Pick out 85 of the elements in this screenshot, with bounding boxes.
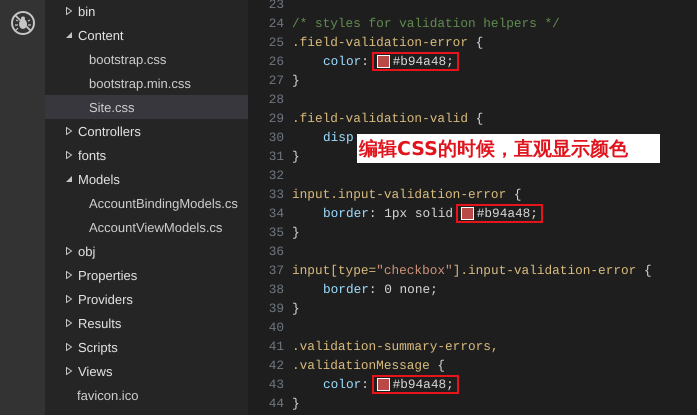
folder-item[interactable]: Controllers bbox=[45, 119, 248, 143]
collapsed-chevron-icon[interactable] bbox=[65, 367, 73, 375]
callout-label: 编辑CSS的时候，直观显示颜色 bbox=[357, 134, 660, 163]
code-text: { bbox=[474, 35, 484, 50]
line-number: 33 bbox=[268, 187, 285, 202]
folder-item[interactable]: Properties bbox=[45, 263, 248, 287]
code-text: #b94a48; bbox=[392, 54, 454, 69]
line-number: 36 bbox=[268, 244, 285, 259]
expanded-chevron-icon[interactable] bbox=[65, 31, 73, 39]
folder-item[interactable]: Models bbox=[45, 167, 248, 191]
code-text: #b94a48; bbox=[392, 377, 454, 392]
code-text: .validationMessage bbox=[292, 358, 430, 373]
line-number: 37 bbox=[268, 263, 285, 278]
code-text: : bbox=[361, 377, 370, 392]
folder-item[interactable]: Scripts bbox=[45, 335, 248, 359]
file-item[interactable]: AccountViewModels.cs bbox=[45, 215, 248, 239]
code-text: border bbox=[323, 282, 369, 297]
code-text: border bbox=[323, 206, 369, 221]
code-text: ].input-validation-error bbox=[452, 263, 636, 278]
line-number: 28 bbox=[268, 92, 285, 107]
file-item[interactable]: AccountBindingModels.cs bbox=[45, 191, 248, 215]
line-number: 42 bbox=[268, 358, 285, 373]
code-text: "checkbox" bbox=[376, 263, 453, 278]
expanded-chevron-icon[interactable] bbox=[65, 175, 73, 183]
code-text: .validation-summary-errors, bbox=[292, 339, 499, 354]
code-text: } bbox=[292, 73, 300, 88]
line-number: 29 bbox=[268, 111, 285, 126]
line-number: 27 bbox=[268, 73, 285, 88]
folder-item[interactable]: obj bbox=[45, 239, 248, 263]
folder-item[interactable]: Results bbox=[45, 311, 248, 335]
file-item[interactable]: Site.css bbox=[45, 95, 248, 119]
collapsed-chevron-icon[interactable] bbox=[65, 343, 73, 351]
code-text: #b94a48; bbox=[476, 206, 538, 221]
code-text: .field-validation-valid bbox=[292, 111, 468, 126]
code-text: /* styles for validation helpers */ bbox=[292, 16, 560, 31]
color-swatch-icon[interactable] bbox=[460, 207, 474, 220]
code-text: : bbox=[361, 54, 370, 69]
code-text: } bbox=[292, 149, 300, 164]
color-swatch-icon[interactable] bbox=[376, 378, 390, 391]
collapsed-chevron-icon[interactable] bbox=[65, 247, 73, 255]
line-number: 26 bbox=[268, 54, 285, 69]
collapsed-chevron-icon[interactable] bbox=[65, 295, 73, 303]
line-number: 35 bbox=[268, 225, 285, 240]
line-number: 44 bbox=[268, 396, 285, 411]
code-text: { bbox=[642, 263, 652, 278]
collapsed-chevron-icon[interactable] bbox=[65, 271, 73, 279]
line-number: 30 bbox=[268, 130, 285, 145]
line-number: 41 bbox=[268, 339, 285, 354]
folder-item[interactable]: fonts bbox=[45, 143, 248, 167]
collapsed-chevron-icon[interactable] bbox=[65, 151, 73, 159]
folder-item[interactable]: bin bbox=[45, 0, 248, 23]
code-text: : 1px solid bbox=[368, 206, 454, 221]
line-number: 39 bbox=[268, 301, 285, 316]
code-text: { bbox=[512, 187, 522, 202]
code-text: disp bbox=[323, 130, 354, 145]
color-swatch-icon[interactable] bbox=[376, 55, 390, 68]
line-number: 34 bbox=[268, 206, 285, 221]
code-text: { bbox=[436, 358, 446, 373]
code-text: input[type= bbox=[292, 263, 376, 278]
debug-icon[interactable] bbox=[10, 10, 36, 36]
line-number: 43 bbox=[268, 377, 285, 392]
folder-item[interactable]: Views bbox=[45, 359, 248, 383]
collapsed-chevron-icon[interactable] bbox=[65, 319, 73, 327]
code-text: } bbox=[292, 396, 300, 411]
line-number: 25 bbox=[268, 35, 285, 50]
code-text: input.input-validation-error bbox=[292, 187, 506, 202]
file-item[interactable]: bootstrap.css bbox=[45, 47, 248, 71]
folder-item[interactable]: Content bbox=[45, 23, 248, 47]
line-number: 31 bbox=[268, 149, 285, 164]
code-text: { bbox=[474, 111, 484, 126]
file-item[interactable]: favicon.ico bbox=[45, 383, 248, 407]
collapsed-chevron-icon[interactable] bbox=[65, 7, 73, 15]
code-text: color bbox=[323, 54, 362, 69]
code-text: } bbox=[292, 225, 300, 240]
code-text: color bbox=[323, 377, 362, 392]
code-text: } bbox=[292, 301, 300, 316]
line-number: 38 bbox=[268, 282, 285, 297]
line-number: 24 bbox=[268, 16, 285, 31]
code-text: : 0 none; bbox=[368, 282, 438, 297]
collapsed-chevron-icon[interactable] bbox=[65, 127, 73, 135]
folder-item[interactable]: Providers bbox=[45, 287, 248, 311]
line-number: 40 bbox=[268, 320, 285, 335]
code-text: .field-validation-error bbox=[292, 35, 468, 50]
file-item[interactable]: bootstrap.min.css bbox=[45, 71, 248, 95]
line-number: 32 bbox=[268, 168, 285, 183]
